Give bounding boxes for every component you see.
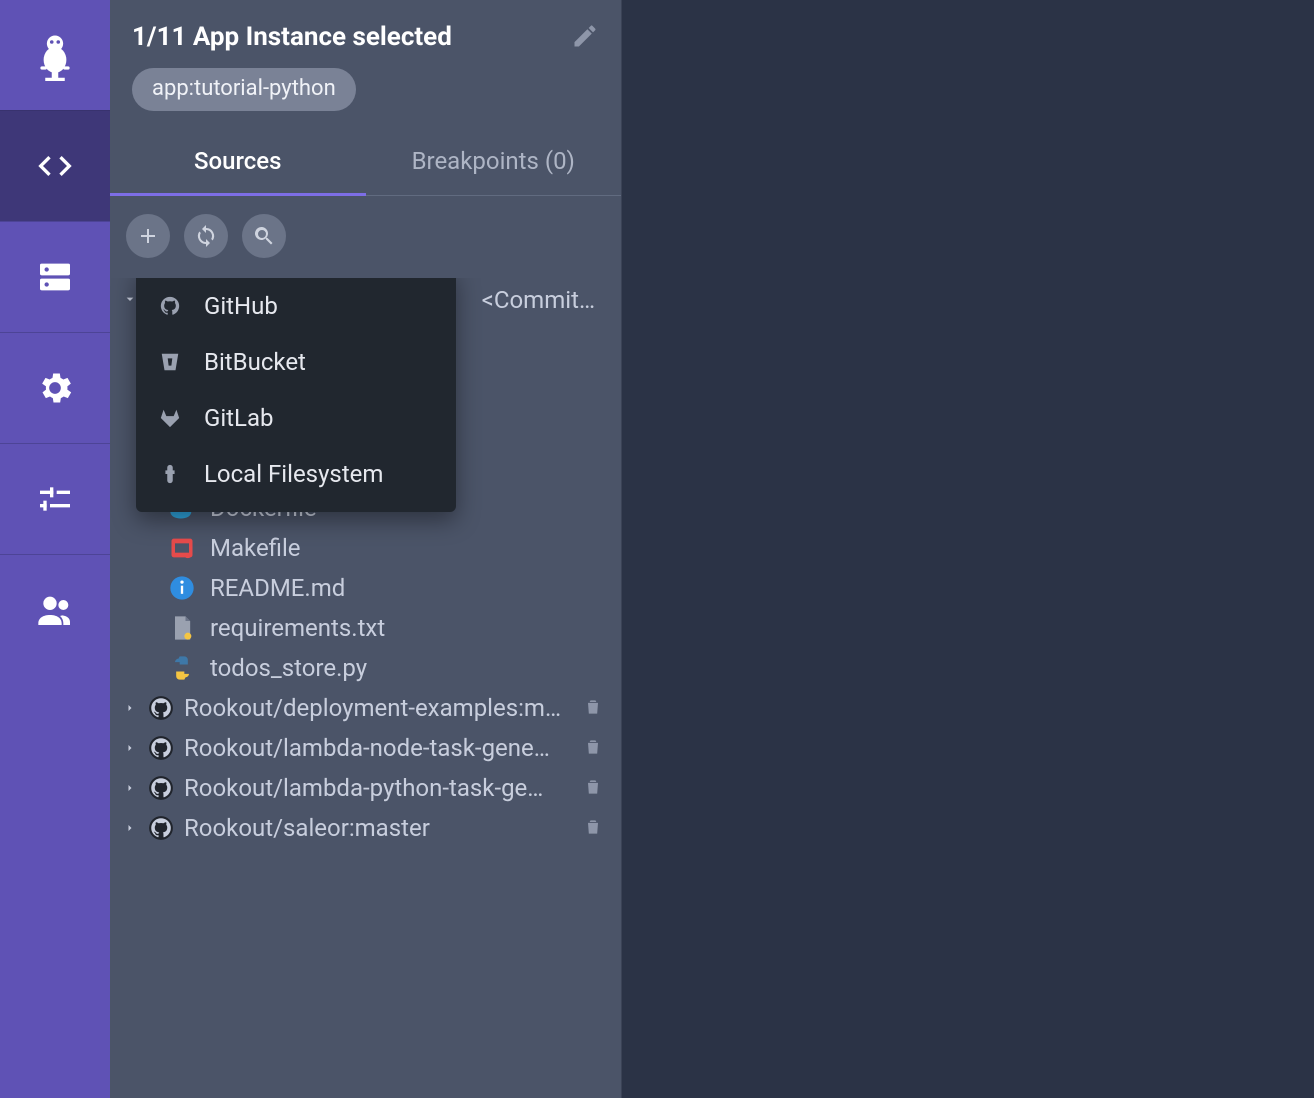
menu-item-gitlab[interactable]: GitLab: [136, 390, 456, 446]
info-file-icon: [168, 574, 196, 602]
repo-label: Rookout/lambda-node-task-gene…: [184, 734, 573, 762]
menu-item-github[interactable]: GitHub: [136, 278, 456, 334]
gitlab-icon: [158, 406, 182, 430]
pencil-icon: [571, 22, 599, 50]
bitbucket-icon: [158, 350, 182, 374]
python-file-icon: [168, 654, 196, 682]
remove-repo-button[interactable]: [583, 817, 605, 839]
repo-label: Rookout/lambda-python-task-ge…: [184, 774, 573, 802]
code-icon: [35, 146, 75, 186]
file-name: requirements.txt: [210, 614, 385, 642]
repo-row[interactable]: Rookout/saleor:master: [118, 808, 613, 848]
repo-label: Rookout/saleor:master: [184, 814, 573, 842]
gear-icon: [35, 368, 75, 408]
file-name: Makefile: [210, 534, 301, 562]
search-icon: [252, 224, 276, 248]
commit-label: <Commit…: [482, 286, 595, 314]
remove-repo-button[interactable]: [583, 777, 605, 799]
refresh-sources-button[interactable]: [184, 214, 228, 258]
menu-label: GitHub: [204, 292, 278, 320]
chevron-right-icon: [122, 742, 138, 754]
source-tree: GitHub BitBucket GitLab Local Filesystem: [110, 278, 621, 1098]
github-icon: [148, 735, 174, 761]
tab-sources[interactable]: Sources: [110, 129, 366, 195]
sources-toolbar: [110, 196, 621, 278]
menu-label: GitLab: [204, 404, 274, 432]
file-row[interactable]: todos_store.py: [118, 648, 613, 688]
sources-panel: 1/11 App Instance selected app:tutorial-…: [110, 0, 622, 1098]
edit-selection-button[interactable]: [571, 22, 599, 54]
makefile-icon: [168, 534, 196, 562]
users-icon: [35, 590, 75, 630]
chevron-right-icon: [122, 702, 138, 714]
menu-item-bitbucket[interactable]: BitBucket: [136, 334, 456, 390]
instance-selection-title: 1/11 App Instance selected: [132, 22, 452, 52]
menu-label: BitBucket: [204, 348, 306, 376]
nav-settings[interactable]: [0, 332, 110, 443]
remove-repo-button[interactable]: [583, 697, 605, 719]
chevron-right-icon: [122, 822, 138, 834]
github-icon: [148, 775, 174, 801]
repo-row[interactable]: Rookout/deployment-examples:m…: [118, 688, 613, 728]
file-name: todos_store.py: [210, 654, 367, 682]
add-source-menu: GitHub BitBucket GitLab Local Filesystem: [136, 278, 456, 512]
github-icon: [148, 695, 174, 721]
add-source-button[interactable]: [126, 214, 170, 258]
file-row[interactable]: README.md: [118, 568, 613, 608]
nav-users[interactable]: [0, 554, 110, 665]
nav-servers[interactable]: [0, 221, 110, 332]
file-row[interactable]: Makefile: [118, 528, 613, 568]
server-icon: [35, 257, 75, 297]
menu-item-localfs[interactable]: Local Filesystem: [136, 446, 456, 502]
sync-icon: [194, 224, 218, 248]
nav-rail: [0, 0, 110, 1098]
panel-tabs: Sources Breakpoints (0): [110, 129, 621, 196]
editor-area: [622, 0, 1314, 1098]
repo-label: Rookout/deployment-examples:m…: [184, 694, 573, 722]
repo-row[interactable]: Rookout/lambda-python-task-ge…: [118, 768, 613, 808]
repo-row[interactable]: Rookout/lambda-node-task-gene…: [118, 728, 613, 768]
tab-breakpoints[interactable]: Breakpoints (0): [366, 129, 622, 195]
requirements-file-icon: [168, 614, 196, 642]
nav-sliders[interactable]: [0, 443, 110, 554]
file-row[interactable]: requirements.txt: [118, 608, 613, 648]
filesystem-icon: [158, 462, 182, 486]
sliders-icon: [35, 479, 75, 519]
github-icon: [148, 815, 174, 841]
github-icon: [158, 294, 182, 318]
filter-chips: app:tutorial-python: [110, 68, 621, 129]
menu-label: Local Filesystem: [204, 460, 383, 488]
panel-header: 1/11 App Instance selected: [110, 0, 621, 68]
search-sources-button[interactable]: [242, 214, 286, 258]
brand-logo: [0, 0, 110, 110]
chevron-right-icon: [122, 782, 138, 794]
filter-chip-app[interactable]: app:tutorial-python: [132, 68, 356, 111]
plus-icon: [136, 224, 160, 248]
nav-code[interactable]: [0, 110, 110, 221]
remove-repo-button[interactable]: [583, 737, 605, 759]
file-name: README.md: [210, 574, 345, 602]
rook-bird-icon: [29, 29, 81, 81]
